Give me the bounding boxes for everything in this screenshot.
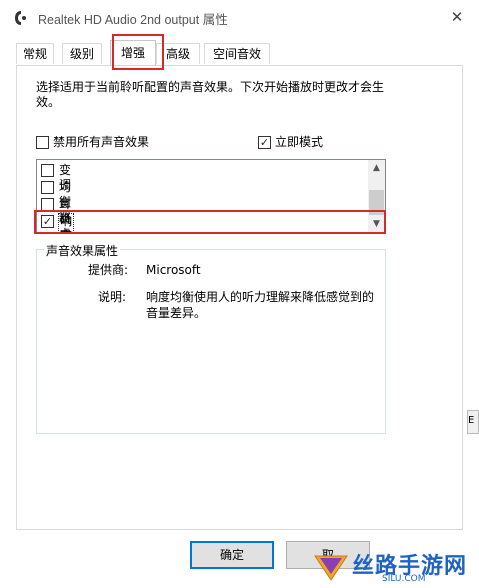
- provider-label: 提供商:: [88, 263, 129, 277]
- close-button[interactable]: ✕: [446, 7, 468, 27]
- effect-checkbox[interactable]: ✓: [41, 215, 54, 228]
- effect-checkbox[interactable]: [41, 198, 54, 211]
- tab-general[interactable]: 常规: [16, 43, 54, 64]
- watermark-subtext: SILU.COM: [382, 574, 426, 584]
- tab-enhancements[interactable]: 增强: [110, 40, 156, 65]
- immediate-mode-label: 立即模式: [275, 135, 324, 149]
- background-window-fragment: E: [467, 410, 479, 434]
- description-label: 说明:: [98, 290, 127, 304]
- disable-all-label: 禁用所有声音效果: [53, 135, 150, 149]
- title-bar: Realtek HD Audio 2nd output 属性 ✕: [0, 0, 479, 34]
- disable-all-checkbox[interactable]: [36, 136, 49, 149]
- group-title: 声音效果属性: [44, 242, 121, 259]
- description-text: 选择适用于当前聆听配置的声音效果。下次开始播放时更改才会生效。: [36, 80, 385, 109]
- tab-advanced[interactable]: 高级: [156, 43, 200, 64]
- effect-checkbox[interactable]: [41, 164, 54, 177]
- tab-spatial-sound[interactable]: 空间音效: [204, 43, 270, 64]
- scroll-down-icon[interactable]: ▼: [368, 216, 385, 233]
- immediate-mode-checkbox[interactable]: ✓: [258, 136, 271, 149]
- window-title: Realtek HD Audio 2nd output 属性: [38, 13, 228, 27]
- provider-value: Microsoft: [146, 263, 201, 277]
- tab-levels[interactable]: 级别: [62, 43, 102, 64]
- speaker-icon: [15, 11, 26, 25]
- watermark-logo-icon: [314, 555, 348, 581]
- ok-button[interactable]: 确定: [190, 541, 274, 569]
- description-value: 响度均衡使用人的听力理解来降低感觉到的音量差异。: [146, 290, 375, 320]
- scroll-thumb[interactable]: [369, 190, 384, 215]
- effect-label: 响度均衡: [57, 213, 75, 233]
- scroll-up-icon[interactable]: ▲: [368, 160, 385, 177]
- site-watermark: 丝路手游网 SILU.COM: [310, 546, 479, 588]
- effect-checkbox[interactable]: [41, 181, 54, 194]
- effects-list[interactable]: 变调 均衡器 耳机虚拟化 ✓ 响度均衡 ▲ ▼: [36, 159, 386, 234]
- list-scrollbar[interactable]: ▲ ▼: [368, 160, 385, 233]
